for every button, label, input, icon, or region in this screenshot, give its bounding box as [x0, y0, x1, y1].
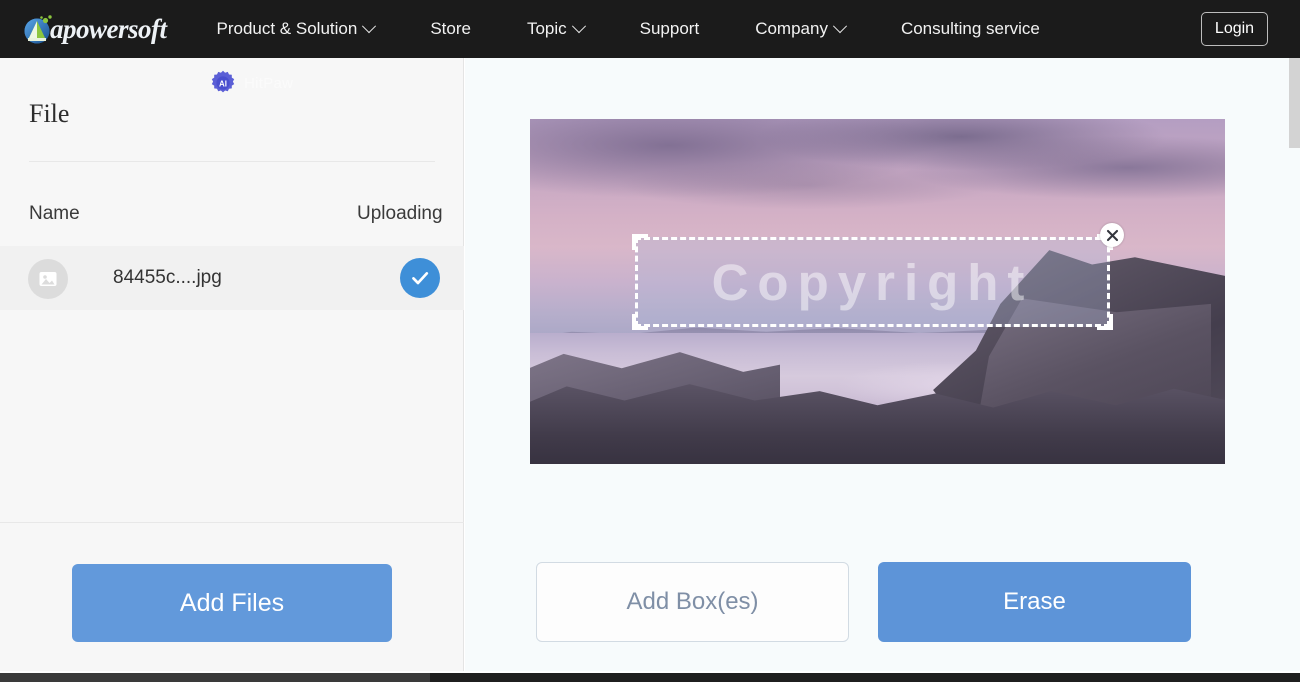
watermark-text: Copyright: [711, 253, 1034, 311]
nav-item-company[interactable]: Company: [727, 0, 873, 58]
site-logo[interactable]: apowersoft: [22, 9, 167, 49]
erase-button[interactable]: Erase: [878, 562, 1191, 642]
sidebar-title: File: [29, 99, 70, 128]
login-button-label: Login: [1214, 20, 1255, 37]
app-stage: AI HitPaw File Name Uploading 84455c....…: [0, 58, 1300, 682]
apowersoft-logo-icon: [22, 12, 56, 46]
vertical-scrollbar[interactable]: [1289, 58, 1300, 148]
editor-panel: Copyright Add Box(es) Erase: [465, 58, 1300, 671]
add-boxes-button-label: Add Box(es): [626, 588, 759, 615]
check-circle-icon: [400, 258, 440, 298]
add-files-button[interactable]: Add Files: [72, 564, 392, 642]
sidebar-divider-bottom: [0, 522, 464, 523]
image-preview-canvas[interactable]: Copyright: [530, 119, 1225, 464]
nav-item-label: Product & Solution: [216, 19, 358, 38]
nav-item-label: Support: [639, 19, 700, 38]
ai-gear-badge-icon: AI: [210, 70, 236, 96]
nav-items: Product & Solution Store Topic Support C…: [189, 0, 1068, 58]
nav-item-label: Store: [430, 19, 471, 38]
chevron-down-icon: [832, 19, 848, 34]
file-name-label: 84455c....jpg: [113, 267, 222, 288]
image-placeholder-icon: [28, 259, 68, 299]
svg-text:AI: AI: [219, 79, 227, 88]
nav-item-product-solution[interactable]: Product & Solution: [189, 0, 403, 58]
nav-item-label: Topic: [526, 19, 567, 38]
ai-tool-badge-label: HitPaw: [244, 74, 294, 92]
nav-item-topic[interactable]: Topic: [499, 0, 612, 58]
chevron-down-icon: [571, 19, 586, 34]
nav-item-consulting-service[interactable]: Consulting service: [873, 0, 1068, 58]
nav-item-support[interactable]: Support: [612, 0, 728, 58]
add-files-button-label: Add Files: [179, 588, 285, 617]
erase-button-label: Erase: [1003, 588, 1066, 615]
file-sidebar: AI HitPaw File Name Uploading 84455c....…: [0, 58, 464, 671]
nav-item-label: Company: [755, 19, 828, 38]
add-boxes-button[interactable]: Add Box(es): [536, 562, 849, 642]
close-x-icon[interactable]: [1100, 223, 1124, 247]
watermark-selection-box[interactable]: Copyright: [632, 223, 1124, 330]
horizontal-scrollbar-thumb[interactable]: [0, 673, 430, 682]
ai-tool-badge[interactable]: AI HitPaw: [210, 70, 293, 96]
sidebar-divider-top: [29, 161, 435, 162]
column-header-name: Name: [29, 203, 80, 224]
column-header-status: Uploading: [357, 203, 443, 224]
chevron-down-icon: [362, 19, 377, 34]
logo-wordmark: apowersoft: [50, 13, 167, 44]
login-button[interactable]: Login: [1201, 12, 1268, 46]
nav-item-store[interactable]: Store: [402, 0, 499, 58]
file-list-item[interactable]: 84455c....jpg: [0, 246, 464, 310]
horizontal-scrollbar[interactable]: [0, 673, 1300, 682]
nav-item-label: Consulting service: [900, 19, 1040, 38]
top-navigation-bar: apowersoft Product & Solution Store Topi…: [0, 0, 1300, 58]
